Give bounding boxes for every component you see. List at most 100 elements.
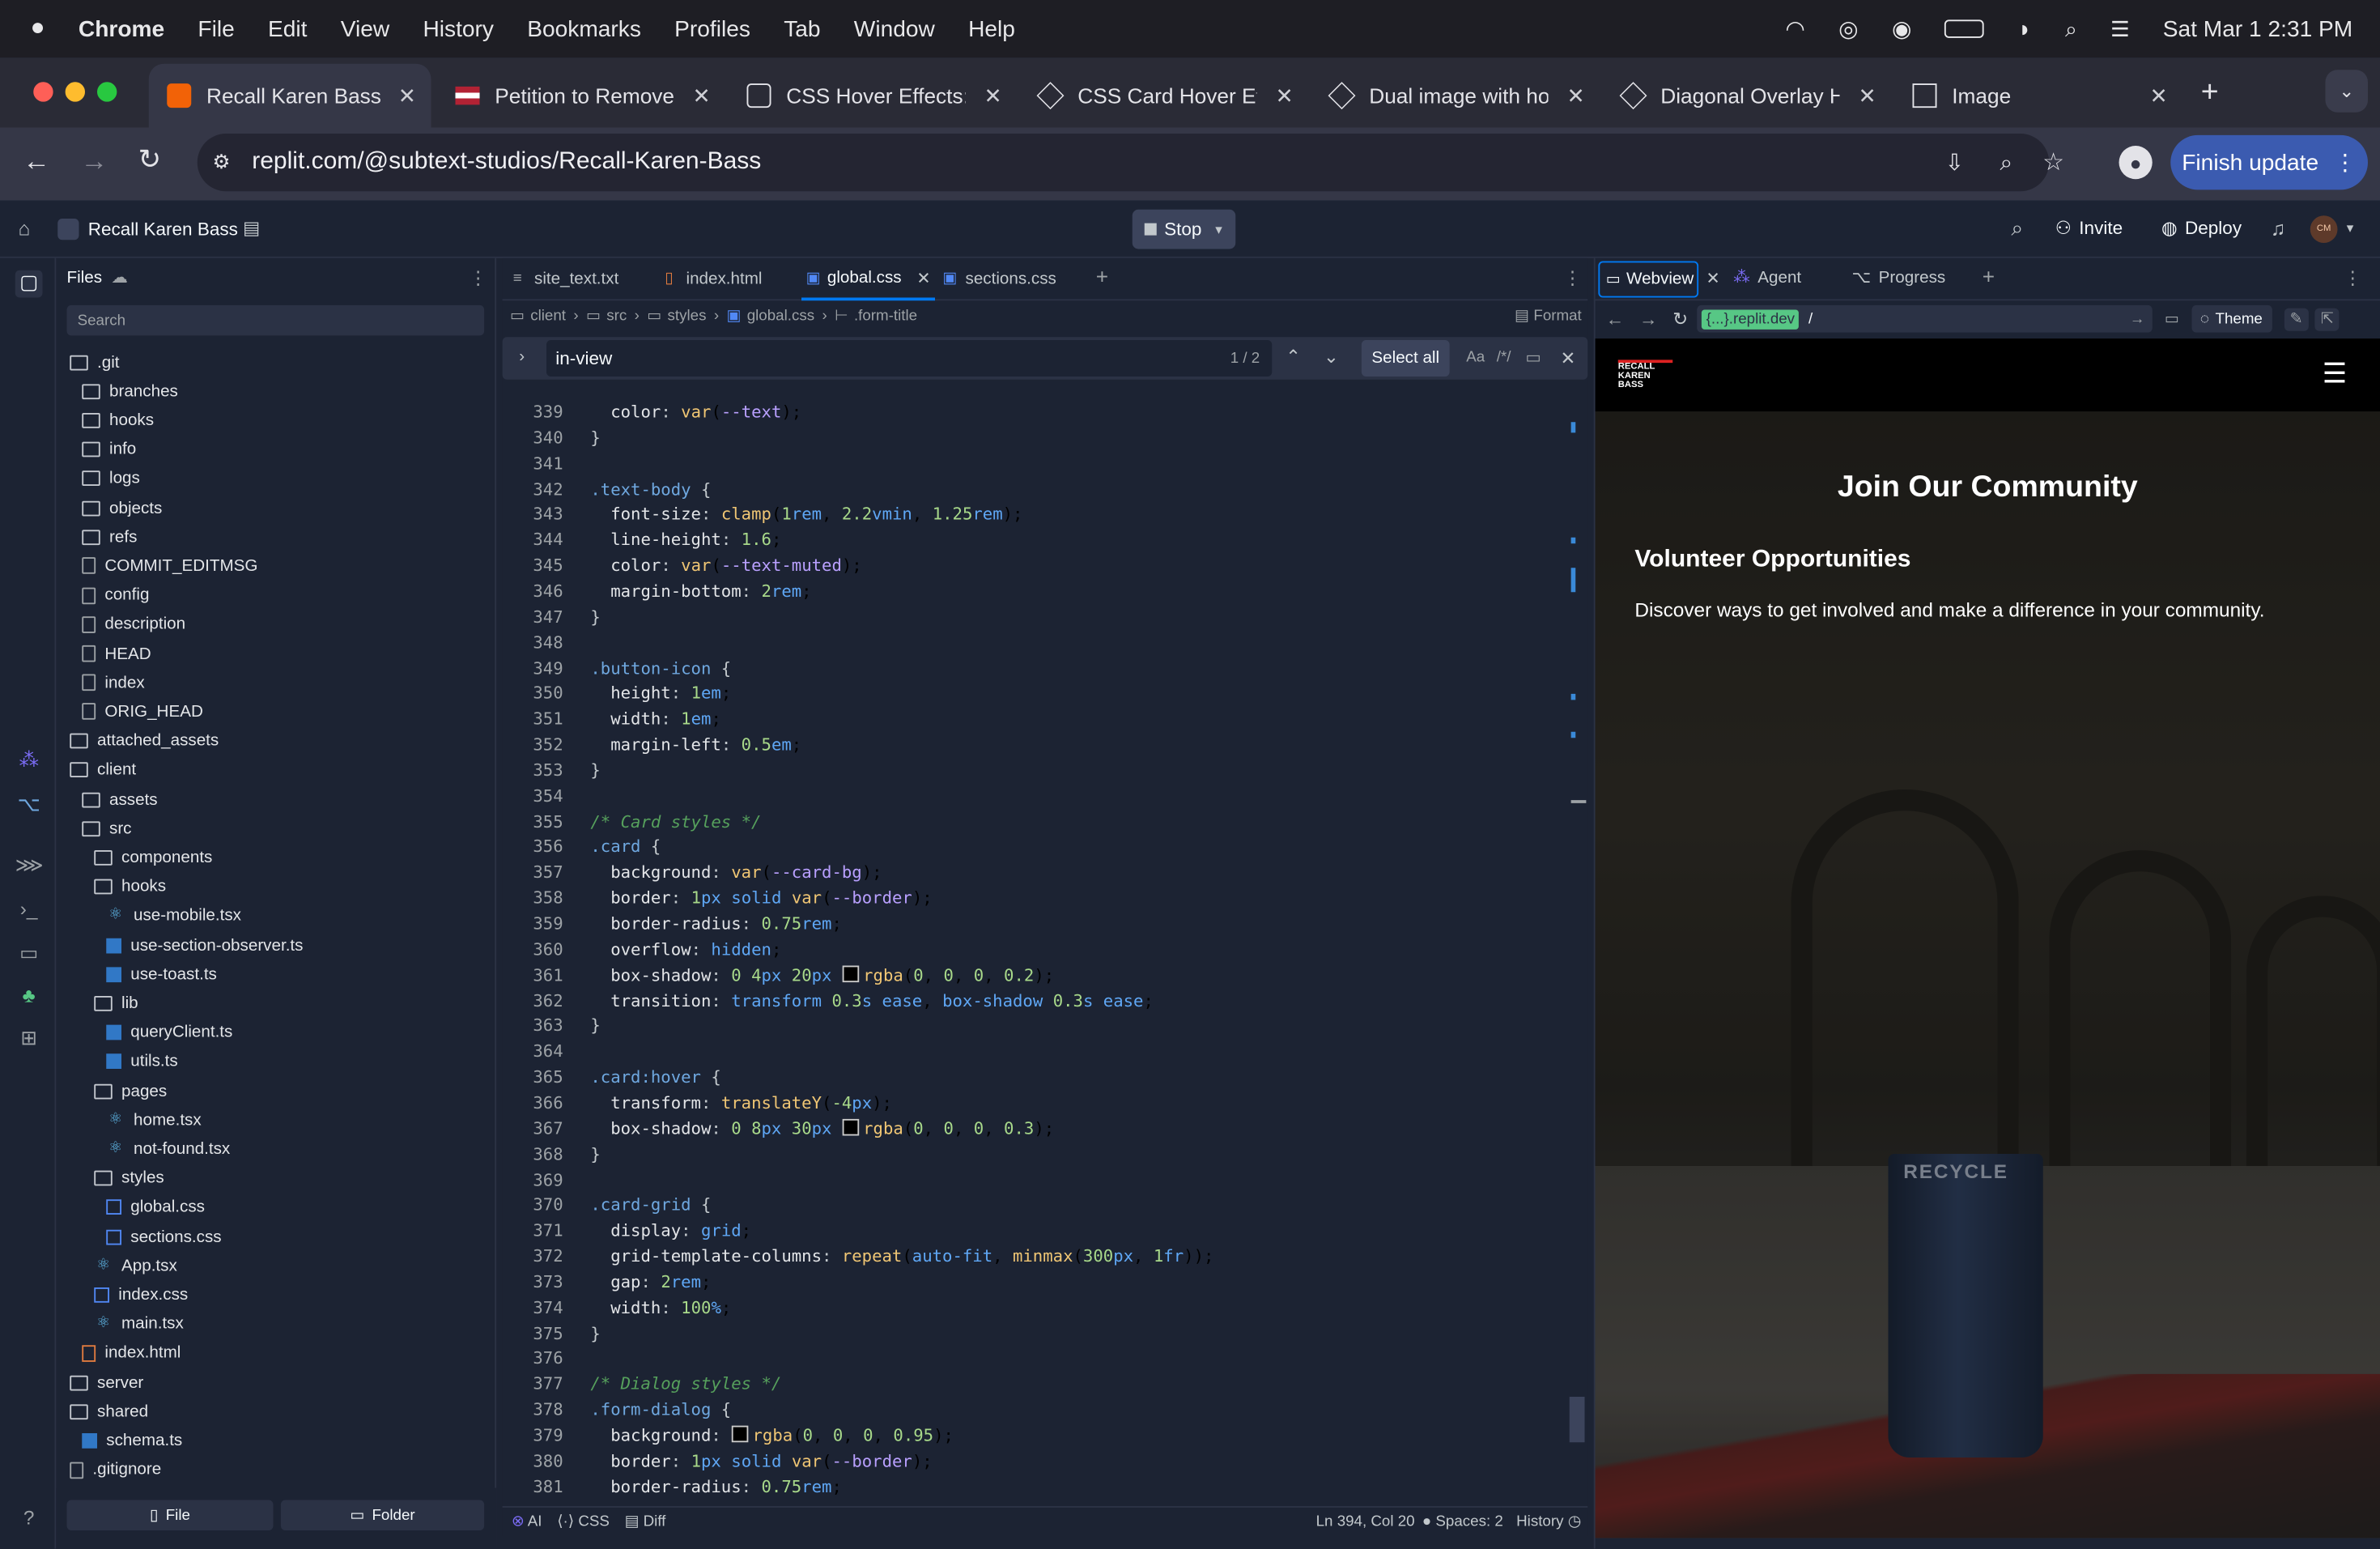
tree-folder[interactable]: shared: [70, 1397, 148, 1426]
code-line[interactable]: 367 box-shadow: 0 8px 30px rgba(0, 0, 0,…: [503, 1116, 1566, 1142]
code-line[interactable]: 340}: [503, 425, 1566, 451]
browser-tab[interactable]: Dual image with ho ✕: [1311, 64, 1600, 128]
code-line[interactable]: 377 /* Dialog styles */: [503, 1372, 1566, 1398]
close-tab-icon[interactable]: ✕: [398, 83, 416, 109]
code-line[interactable]: 349 .button-icon {: [503, 655, 1566, 681]
file-search-input[interactable]: Search: [66, 304, 485, 336]
tree-file[interactable]: ⚛ home.tsx: [106, 1105, 202, 1134]
menubar-clock[interactable]: Sat Mar 1 2:31 PM: [2163, 16, 2352, 42]
code-line[interactable]: 362 transition: transform 0.3s ease, box…: [503, 988, 1566, 1014]
stop-button[interactable]: Stop ▾: [1132, 209, 1236, 249]
code-line[interactable]: 355 /* Card styles */: [503, 809, 1566, 835]
add-tab-icon[interactable]: +: [1983, 264, 1995, 288]
code-line[interactable]: 365 .card:hover {: [503, 1065, 1566, 1091]
code-line[interactable]: 347}: [503, 604, 1566, 630]
back-icon[interactable]: ←: [1606, 309, 1625, 330]
code-line[interactable]: 363}: [503, 1013, 1566, 1039]
apple-icon[interactable]: ●: [31, 15, 45, 43]
open-new-tab-icon[interactable]: ⇱: [2314, 307, 2340, 330]
tree-file[interactable]: utils.ts: [106, 1047, 178, 1076]
browser-tab[interactable]: Petition to Remove ✕: [437, 64, 725, 128]
tree-file[interactable]: .gitignore: [70, 1455, 161, 1484]
forward-icon[interactable]: →: [1639, 309, 1658, 330]
tree-file[interactable]: sections.css: [106, 1222, 222, 1251]
code-line[interactable]: 353}: [503, 757, 1566, 783]
url-text[interactable]: replit.com/@subtext-studios/Recall-Karen…: [252, 149, 761, 177]
breadcrumb-item[interactable]: styles: [668, 308, 707, 325]
history-button[interactable]: History ◷: [1516, 1513, 1581, 1530]
extensions-tool-icon[interactable]: ⁂: [15, 748, 43, 776]
breadcrumb-item[interactable]: client: [530, 308, 566, 325]
tree-folder[interactable]: hooks: [94, 872, 166, 901]
hamburger-menu-icon[interactable]: ☰: [2323, 359, 2347, 390]
forward-icon[interactable]: →: [80, 146, 108, 177]
deploy-button[interactable]: ◍ Deploy: [2161, 217, 2242, 238]
menu-profiles[interactable]: Profiles: [674, 16, 750, 42]
code-line[interactable]: 359 border-radius: 0.75rem;: [503, 911, 1566, 937]
close-tab-icon[interactable]: ✕: [1275, 83, 1293, 109]
menu-window[interactable]: Window: [854, 16, 935, 42]
chevron-down-icon[interactable]: ▾: [2347, 220, 2353, 237]
chevron-down-icon[interactable]: ▾: [1215, 221, 1222, 238]
code-line[interactable]: 354: [503, 783, 1566, 809]
all-tools-icon[interactable]: ⊞: [15, 1027, 43, 1054]
zoom-icon[interactable]: ⌕: [2000, 150, 2012, 176]
match-case-toggle[interactable]: Aa: [1466, 349, 1485, 366]
browser-tab[interactable]: Recall Karen Bass - ✕: [148, 63, 431, 128]
code-line[interactable]: 380 border: 1px solid var(--border);: [503, 1448, 1566, 1474]
notifications-icon[interactable]: ♫: [2271, 217, 2285, 240]
code-line[interactable]: 366 transform: translateY(-4px);: [503, 1090, 1566, 1116]
code-line[interactable]: 376: [503, 1346, 1566, 1372]
next-match-icon[interactable]: ⌄: [1324, 347, 1339, 368]
code-line[interactable]: 372 grid-template-columns: repeat(auto-f…: [503, 1244, 1566, 1270]
tree-file[interactable]: ⚛ use-mobile.tsx: [106, 901, 241, 930]
tab-webview[interactable]: ▭ Webview: [1598, 261, 1699, 298]
code-line[interactable]: 341: [503, 450, 1566, 476]
tree-folder[interactable]: hooks: [82, 406, 154, 435]
menu-edit[interactable]: Edit: [268, 16, 307, 42]
tree-file[interactable]: description: [82, 610, 185, 639]
close-find-icon[interactable]: ✕: [1561, 347, 1576, 368]
editor-tab-index-html[interactable]: index.html: [686, 258, 802, 301]
tree-file[interactable]: config: [82, 581, 149, 610]
close-tab-icon[interactable]: ✕: [2149, 83, 2167, 109]
editor-scrollbar[interactable]: [1569, 1397, 1585, 1443]
code-line[interactable]: 351 width: 1em;: [503, 706, 1566, 732]
new-tab-icon[interactable]: +: [2201, 76, 2219, 111]
menu-tab[interactable]: Tab: [784, 16, 820, 42]
format-button[interactable]: ▤ Format: [1515, 308, 1582, 325]
window-close-button[interactable]: [33, 82, 53, 102]
tree-folder[interactable]: src: [82, 814, 132, 843]
menu-view[interactable]: View: [341, 16, 389, 42]
breadcrumb-item[interactable]: src: [606, 308, 627, 325]
tree-folder[interactable]: .git: [70, 347, 120, 377]
edit-icon[interactable]: ✎: [2284, 307, 2309, 330]
code-line[interactable]: 358 border: 1px solid var(--border);: [503, 885, 1566, 911]
code-line[interactable]: 343 font-size: clamp(1rem, 2.2vmin, 1.25…: [503, 501, 1566, 527]
home-icon[interactable]: ⌂: [19, 217, 31, 240]
status-icon-sync[interactable]: ◎: [1838, 15, 1859, 43]
tree-file[interactable]: queryClient.ts: [106, 1018, 232, 1047]
tree-file[interactable]: index.html: [82, 1338, 181, 1368]
previous-match-icon[interactable]: ⌃: [1286, 347, 1301, 368]
whole-word-icon[interactable]: ▭: [1525, 347, 1541, 368]
control-center-icon[interactable]: ☰: [2110, 16, 2130, 42]
tree-folder[interactable]: assets: [82, 785, 158, 814]
profile-avatar[interactable]: ●: [2119, 146, 2153, 180]
tree-file[interactable]: schema.ts: [82, 1426, 182, 1455]
user-status-icon[interactable]: ◉: [1892, 15, 1912, 43]
invite-button[interactable]: ⚇ Invite: [2055, 217, 2123, 238]
help-icon[interactable]: ?: [15, 1506, 43, 1534]
wifi-icon[interactable]: ◗: [2018, 16, 2032, 42]
bookmark-star-icon[interactable]: ☆: [2042, 147, 2064, 178]
tree-file[interactable]: index: [82, 668, 145, 697]
git-tool-icon[interactable]: ⌥: [15, 793, 43, 820]
code-line[interactable]: 357 background: var(--card-bg);: [503, 860, 1566, 886]
code-line[interactable]: 342 .text-body {: [503, 476, 1566, 502]
select-all-button[interactable]: Select all: [1361, 340, 1450, 377]
shell-tool-icon[interactable]: ›_: [15, 897, 43, 925]
finish-update-button[interactable]: Finish update ⋮: [2170, 134, 2368, 190]
indent-status[interactable]: ● Spaces: 2: [1422, 1513, 1503, 1530]
kebab-menu-icon[interactable]: ⋮: [2334, 149, 2357, 177]
breadcrumb-item[interactable]: .form-title: [854, 308, 917, 325]
